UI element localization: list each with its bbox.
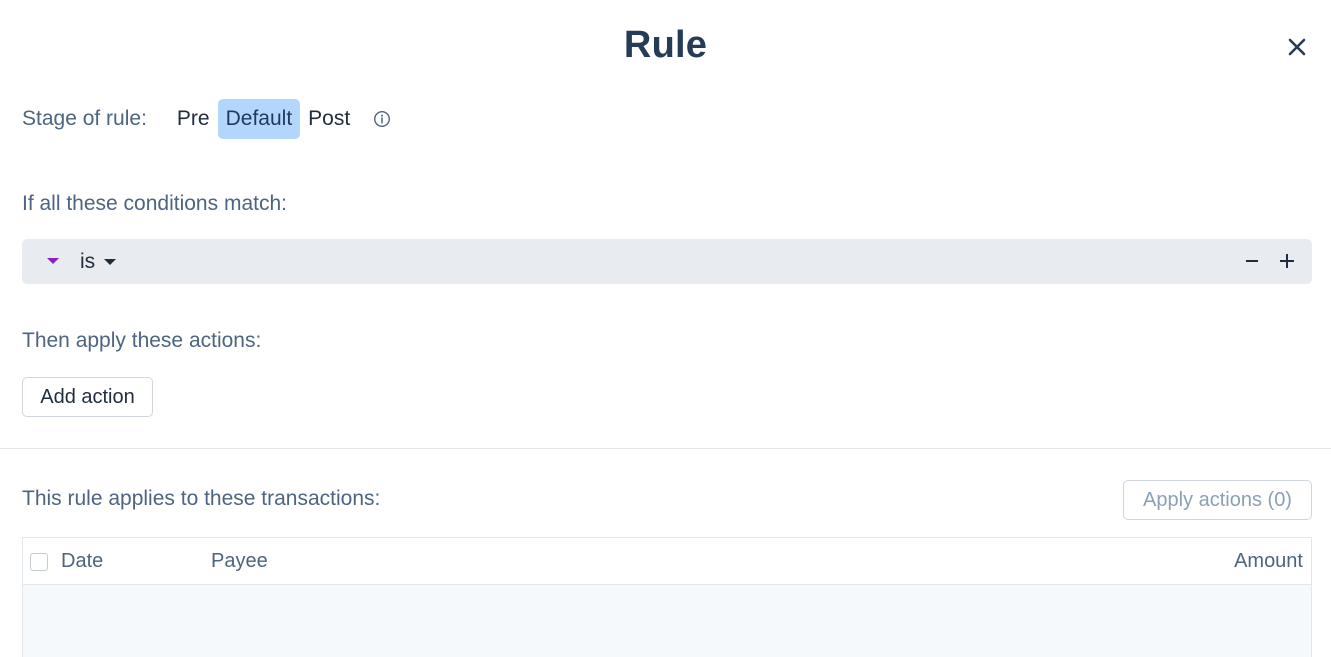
remove-condition-button[interactable] bbox=[1242, 247, 1262, 275]
apply-actions-button[interactable]: Apply actions (0) bbox=[1123, 480, 1312, 520]
column-header-payee[interactable]: Payee bbox=[211, 538, 268, 585]
stage-option-default[interactable]: Default bbox=[217, 99, 301, 139]
select-all-checkbox[interactable] bbox=[30, 553, 48, 571]
close-button[interactable] bbox=[1284, 34, 1310, 60]
minus-icon bbox=[1246, 260, 1258, 262]
close-icon bbox=[1288, 38, 1306, 56]
add-action-button[interactable]: Add action bbox=[22, 377, 153, 417]
modal-title: Rule bbox=[623, 24, 708, 66]
stage-selector: Stage of rule: Pre Default Post bbox=[22, 99, 392, 139]
transactions-table: Date Payee Amount bbox=[22, 537, 1312, 657]
operator-value: is bbox=[80, 249, 96, 273]
conditions-label: If all these conditions match: bbox=[22, 192, 287, 215]
stage-label: Stage of rule: bbox=[22, 107, 147, 130]
table-header: Date Payee Amount bbox=[23, 538, 1311, 585]
stage-option-post[interactable]: Post bbox=[300, 99, 358, 139]
transactions-label: This rule applies to these transactions: bbox=[22, 487, 381, 510]
operator-dropdown[interactable]: is bbox=[80, 239, 117, 284]
stage-option-pre[interactable]: Pre bbox=[169, 99, 218, 139]
info-icon[interactable] bbox=[372, 109, 392, 129]
actions-label: Then apply these actions: bbox=[22, 329, 262, 352]
table-body bbox=[23, 585, 1311, 657]
plus-icon bbox=[1280, 254, 1294, 268]
add-condition-button[interactable] bbox=[1275, 247, 1299, 275]
field-dropdown-caret-icon[interactable] bbox=[47, 258, 59, 264]
section-divider bbox=[0, 448, 1331, 449]
column-header-amount[interactable]: Amount bbox=[1234, 538, 1303, 585]
column-header-date[interactable]: Date bbox=[61, 538, 103, 585]
condition-row: is bbox=[22, 239, 1312, 284]
chevron-down-icon bbox=[104, 258, 117, 265]
